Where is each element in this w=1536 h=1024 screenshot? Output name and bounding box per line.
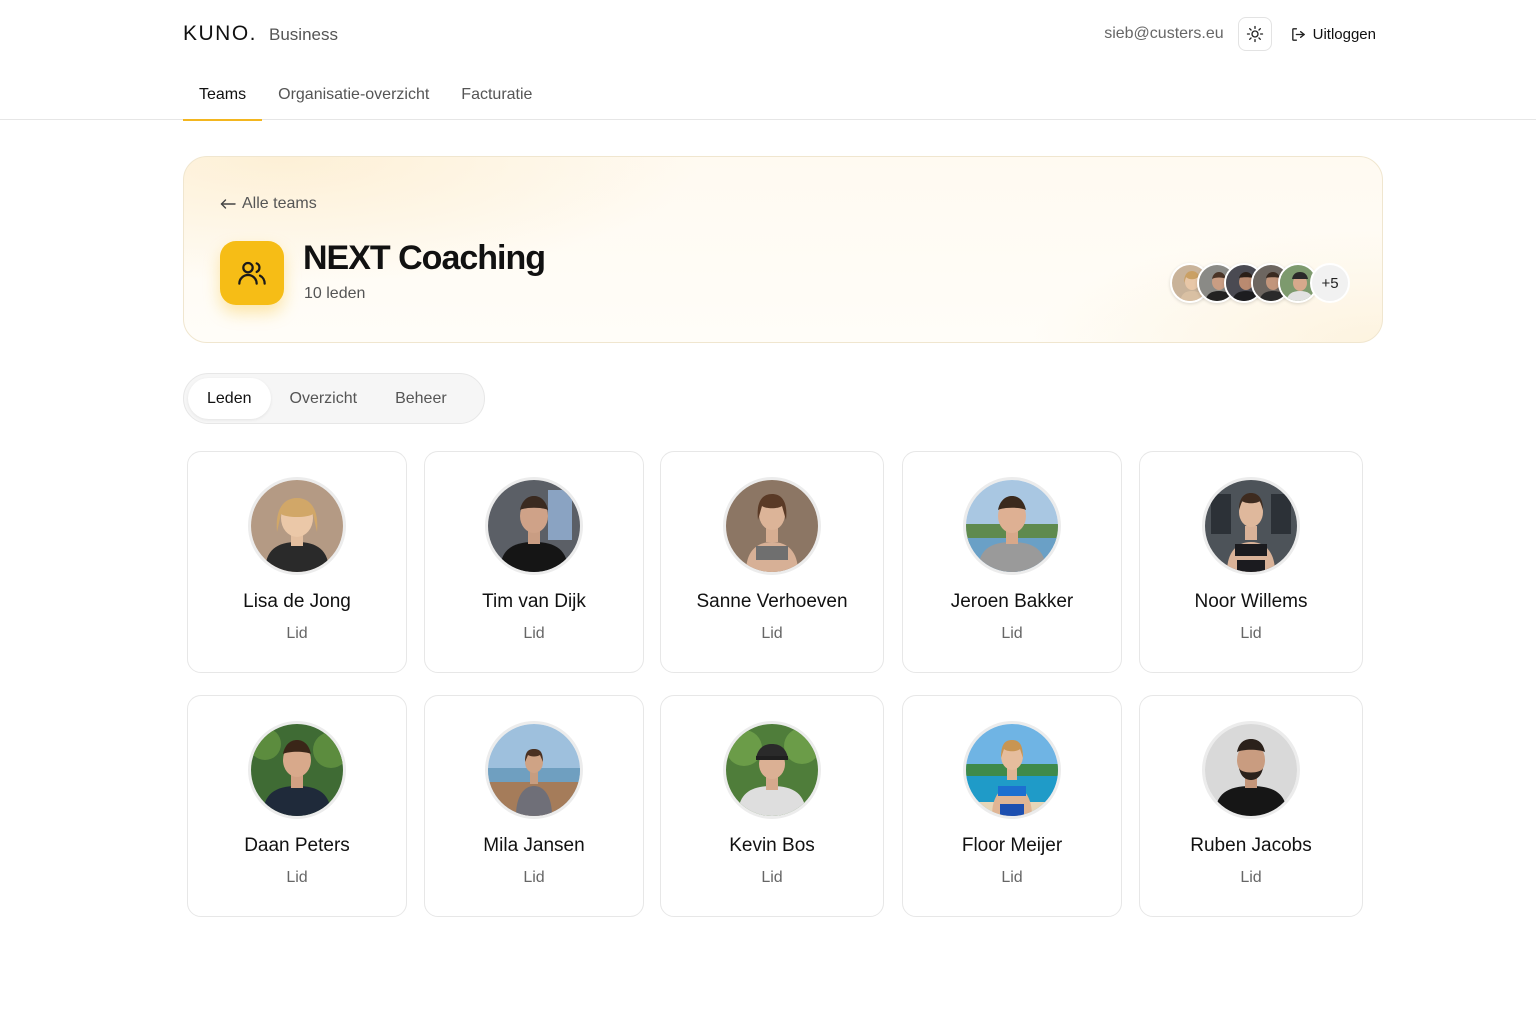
avatar	[723, 721, 821, 819]
member-card[interactable]: Ruben Jacobs Lid	[1139, 695, 1363, 917]
member-card[interactable]: Tim van Dijk Lid	[424, 451, 644, 673]
avatar	[963, 721, 1061, 819]
member-name: Lisa de Jong	[243, 591, 351, 612]
member-card[interactable]: Lisa de Jong Lid	[187, 451, 407, 673]
member-card[interactable]: Mila Jansen Lid	[424, 695, 644, 917]
arrow-left-icon	[220, 198, 236, 210]
kuno-logo[interactable]: KUNO.	[183, 22, 257, 46]
sun-icon	[1246, 25, 1264, 43]
member-role: Lid	[286, 625, 308, 642]
avatar	[485, 477, 583, 575]
member-name: Sanne Verhoeven	[696, 591, 848, 612]
avatar	[723, 477, 821, 575]
user-email: sieb@custers.eu	[1104, 25, 1224, 42]
page: KUNO. Business sieb@custers.eu Uitloggen…	[0, 0, 1536, 1024]
member-card[interactable]: Daan Peters Lid	[187, 695, 407, 917]
member-card[interactable]: Sanne Verhoeven Lid	[660, 451, 884, 673]
subtab-overzicht-label: Overzicht	[289, 389, 358, 407]
member-role: Lid	[1001, 625, 1023, 642]
topbar: KUNO. Business sieb@custers.eu Uitloggen	[183, 14, 1376, 54]
member-card[interactable]: Floor Meijer Lid	[902, 695, 1122, 917]
member-avatar-stack[interactable]: +5	[1170, 263, 1350, 303]
tab-facturatie-label: Facturatie	[461, 86, 533, 103]
back-link-label: Alle teams	[242, 195, 317, 212]
users-icon	[236, 257, 268, 289]
member-name: Mila Jansen	[483, 835, 585, 856]
member-role: Lid	[523, 869, 545, 886]
team-name: NEXT Coaching	[303, 239, 546, 277]
member-card[interactable]: Jeroen Bakker Lid	[902, 451, 1122, 673]
member-name: Daan Peters	[244, 835, 350, 856]
member-name: Floor Meijer	[961, 835, 1063, 856]
avatar	[248, 721, 346, 819]
avatar	[1202, 721, 1300, 819]
subtab-beheer[interactable]: Beheer	[376, 378, 466, 419]
tab-facturatie[interactable]: Facturatie	[445, 70, 548, 120]
tab-teams[interactable]: Teams	[183, 70, 263, 121]
team-icon-tile	[220, 241, 284, 305]
tab-organisatie-overzicht[interactable]: Organisatie-overzicht	[262, 70, 445, 120]
member-name: Tim van Dijk	[482, 591, 586, 612]
logout-button[interactable]: Uitloggen	[1290, 26, 1376, 43]
member-name: Jeroen Bakker	[950, 591, 1074, 612]
member-role: Lid	[286, 869, 308, 886]
subtab-leden[interactable]: Leden	[188, 378, 271, 419]
subtab-overzicht[interactable]: Overzicht	[271, 378, 377, 419]
team-member-count: 10 leden	[304, 285, 366, 302]
member-role: Lid	[761, 869, 783, 886]
member-role: Lid	[761, 625, 783, 642]
avatar	[1202, 477, 1300, 575]
logout-icon	[1290, 26, 1307, 43]
team-subtabs: Leden Overzicht Beheer	[183, 373, 485, 424]
member-role: Lid	[1240, 869, 1262, 886]
member-role: Lid	[1240, 625, 1262, 642]
subtab-beheer-label: Beheer	[395, 389, 447, 407]
brand[interactable]: KUNO. Business	[183, 22, 338, 46]
member-name: Noor Willems	[1194, 591, 1308, 612]
member-name: Kevin Bos	[729, 835, 815, 856]
theme-toggle-button[interactable]	[1237, 17, 1272, 51]
logo-subtitle: Business	[269, 25, 338, 44]
member-name: Ruben Jacobs	[1190, 835, 1312, 856]
member-card[interactable]: Kevin Bos Lid	[660, 695, 884, 917]
logout-label: Uitloggen	[1312, 25, 1376, 43]
member-card[interactable]: Noor Willems Lid	[1139, 451, 1363, 673]
tab-teams-label: Teams	[199, 86, 247, 103]
tab-organisatie-overzicht-label: Organisatie-overzicht	[278, 86, 430, 103]
member-role: Lid	[1001, 869, 1023, 886]
avatar	[485, 721, 583, 819]
team-header-card: Alle teams NEXT Coaching 10 leden +5	[183, 156, 1383, 343]
subtab-leden-label: Leden	[207, 389, 252, 407]
more-members-badge[interactable]: +5	[1310, 263, 1350, 303]
avatar	[248, 477, 346, 575]
member-role: Lid	[523, 625, 545, 642]
back-to-all-teams-link[interactable]: Alle teams	[220, 195, 317, 213]
account-area: sieb@custers.eu Uitloggen	[1104, 17, 1376, 51]
avatar	[963, 477, 1061, 575]
main-nav: Teams Organisatie-overzicht Facturatie	[0, 70, 1536, 121]
